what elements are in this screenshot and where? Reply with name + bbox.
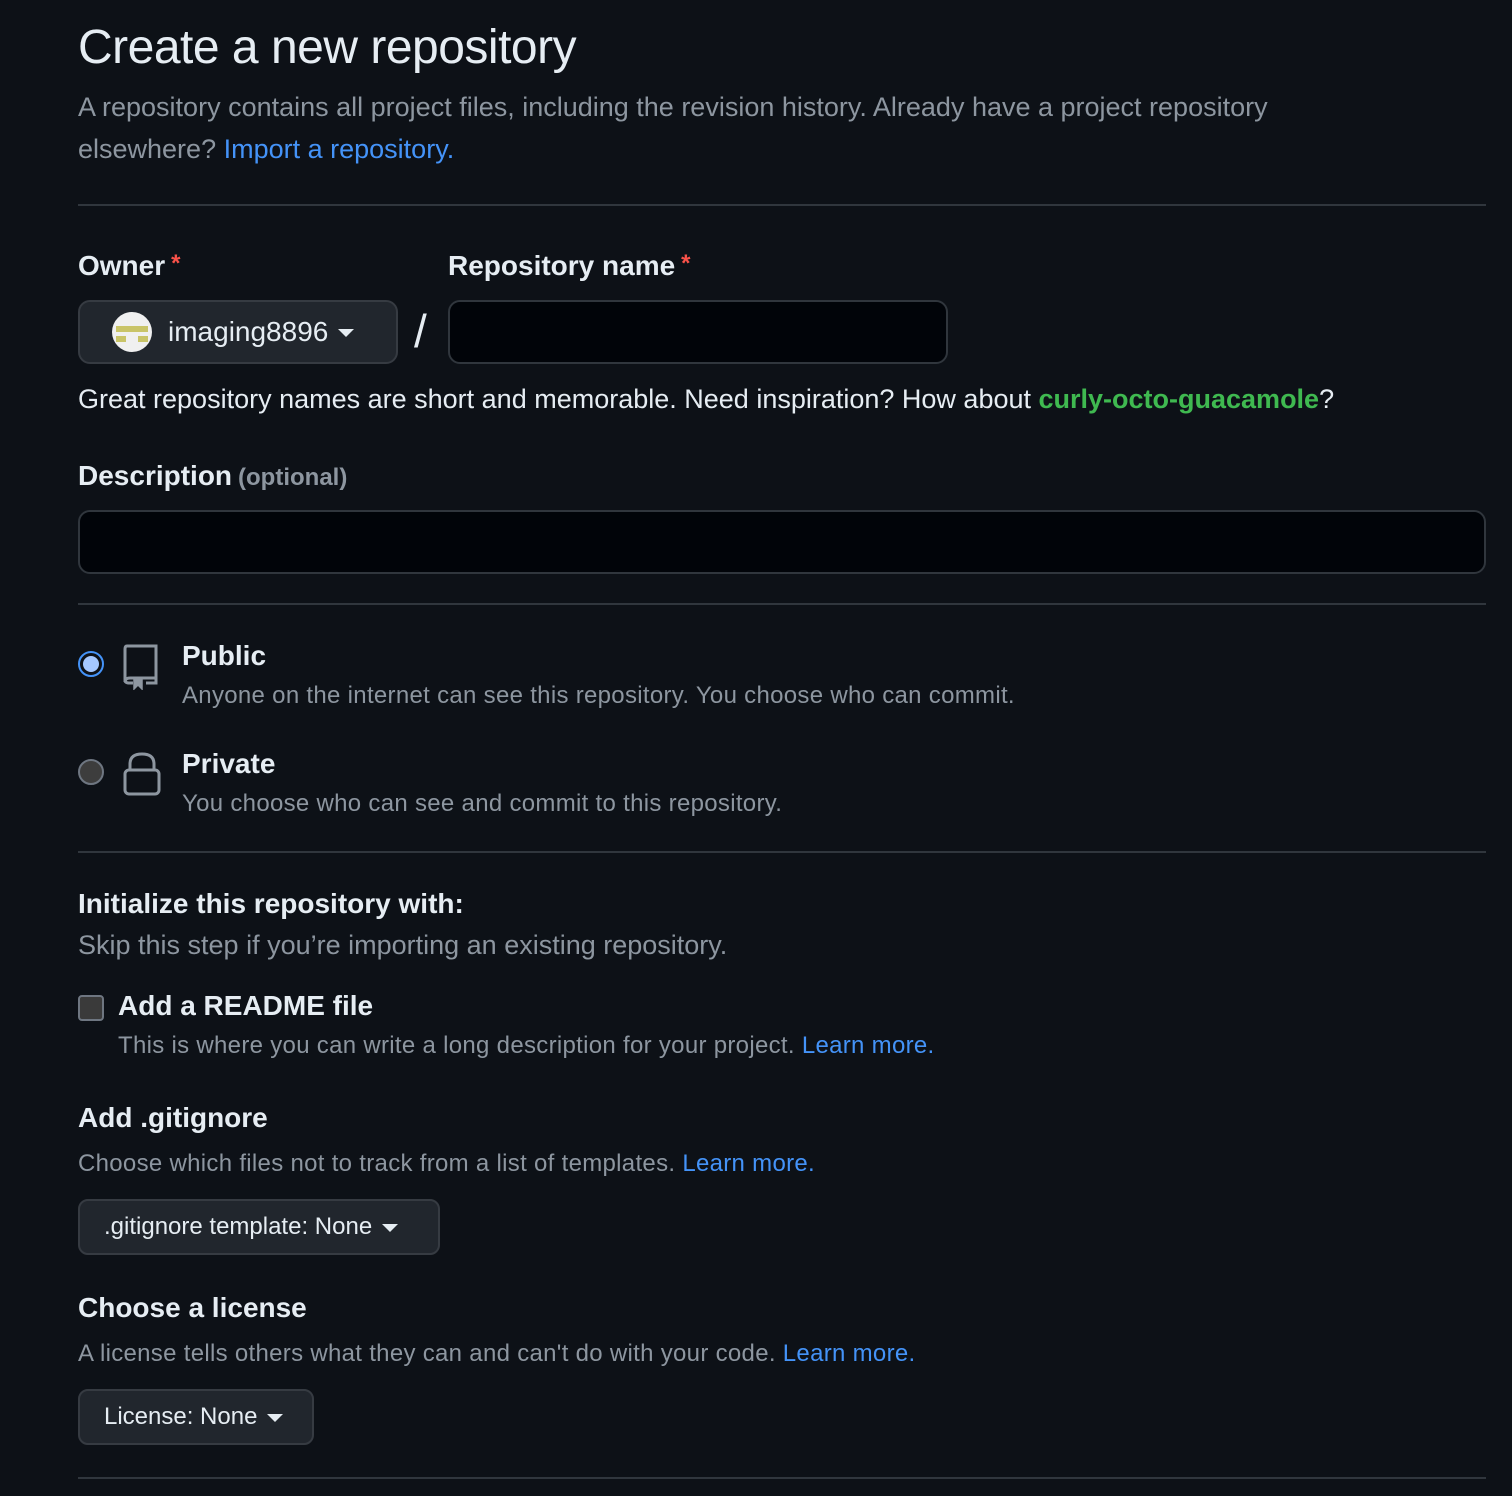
hint-text: Great repository names are short and mem… [78, 384, 1031, 414]
chevron-down-icon [267, 1414, 284, 1422]
description-input[interactable] [78, 510, 1486, 574]
import-repository-link[interactable]: Import a repository. [224, 134, 455, 164]
required-mark: * [681, 250, 691, 277]
gitignore-title: Add .gitignore [78, 1102, 268, 1133]
readme-learn-more-link[interactable]: Learn more. [802, 1032, 935, 1059]
avatar [112, 312, 152, 352]
divider [78, 851, 1486, 853]
repo-name-label-text: Repository name [448, 250, 676, 281]
license-desc-text: A license tells others what they can and… [78, 1340, 776, 1367]
visibility-private-radio[interactable] [78, 759, 104, 785]
license-title: Choose a license [78, 1292, 307, 1323]
optional-tag: (optional) [238, 464, 348, 491]
visibility-private-desc: You choose who can see and commit to thi… [182, 790, 783, 817]
gitignore-select-label: .gitignore template: None [104, 1213, 373, 1240]
readme-desc-text: This is where you can write a long descr… [118, 1032, 795, 1059]
visibility-private-title: Private [182, 748, 276, 779]
description-label: Description (optional) [78, 460, 347, 492]
chevron-down-icon [382, 1224, 399, 1232]
page-title: Create a new repository [78, 21, 577, 74]
gitignore-learn-more-link[interactable]: Learn more. [682, 1150, 815, 1177]
add-readme-checkbox[interactable] [78, 995, 104, 1021]
description-label-text: Description [78, 460, 233, 491]
hint-suffix: ? [1319, 384, 1335, 414]
add-readme-label[interactable]: Add a README file [118, 990, 373, 1022]
name-suggestion-link[interactable]: curly-octo-guacamole [1039, 384, 1320, 414]
required-mark: * [171, 250, 181, 277]
visibility-public-title: Public [182, 640, 267, 671]
owner-label-text: Owner [78, 250, 166, 281]
gitignore-template-select[interactable]: .gitignore template: None [78, 1199, 440, 1255]
chevron-down-icon [338, 329, 355, 337]
page-subtitle: A repository contains all project files,… [78, 86, 1398, 170]
lock-icon [122, 750, 162, 803]
visibility-public-desc: Anyone on the internet can see this repo… [182, 682, 1015, 709]
license-select-label: License: None [104, 1403, 258, 1430]
repo-icon [122, 642, 160, 695]
gitignore-desc: Choose which files not to track from a l… [78, 1150, 815, 1178]
repo-name-input[interactable] [448, 300, 948, 364]
divider [78, 1477, 1486, 1479]
visibility-public-radio[interactable] [78, 651, 104, 677]
license-select[interactable]: License: None [78, 1389, 314, 1445]
repo-name-hint: Great repository names are short and mem… [78, 384, 1334, 415]
owner-select-button[interactable]: imaging8896 [78, 300, 398, 364]
license-desc: A license tells others what they can and… [78, 1340, 915, 1368]
add-readme-desc: This is where you can write a long descr… [118, 1032, 935, 1060]
owner-name: imaging8896 [168, 316, 329, 347]
divider [78, 603, 1486, 605]
initialize-subtitle: Skip this step if you’re importing an ex… [78, 930, 728, 960]
gitignore-desc-text: Choose which files not to track from a l… [78, 1150, 676, 1177]
initialize-title: Initialize this repository with: [78, 888, 464, 919]
license-learn-more-link[interactable]: Learn more. [783, 1340, 916, 1367]
owner-label: Owner * [78, 250, 180, 282]
divider [78, 204, 1486, 206]
repo-name-label: Repository name * [448, 250, 691, 282]
owner-repo-separator: / [414, 305, 427, 357]
